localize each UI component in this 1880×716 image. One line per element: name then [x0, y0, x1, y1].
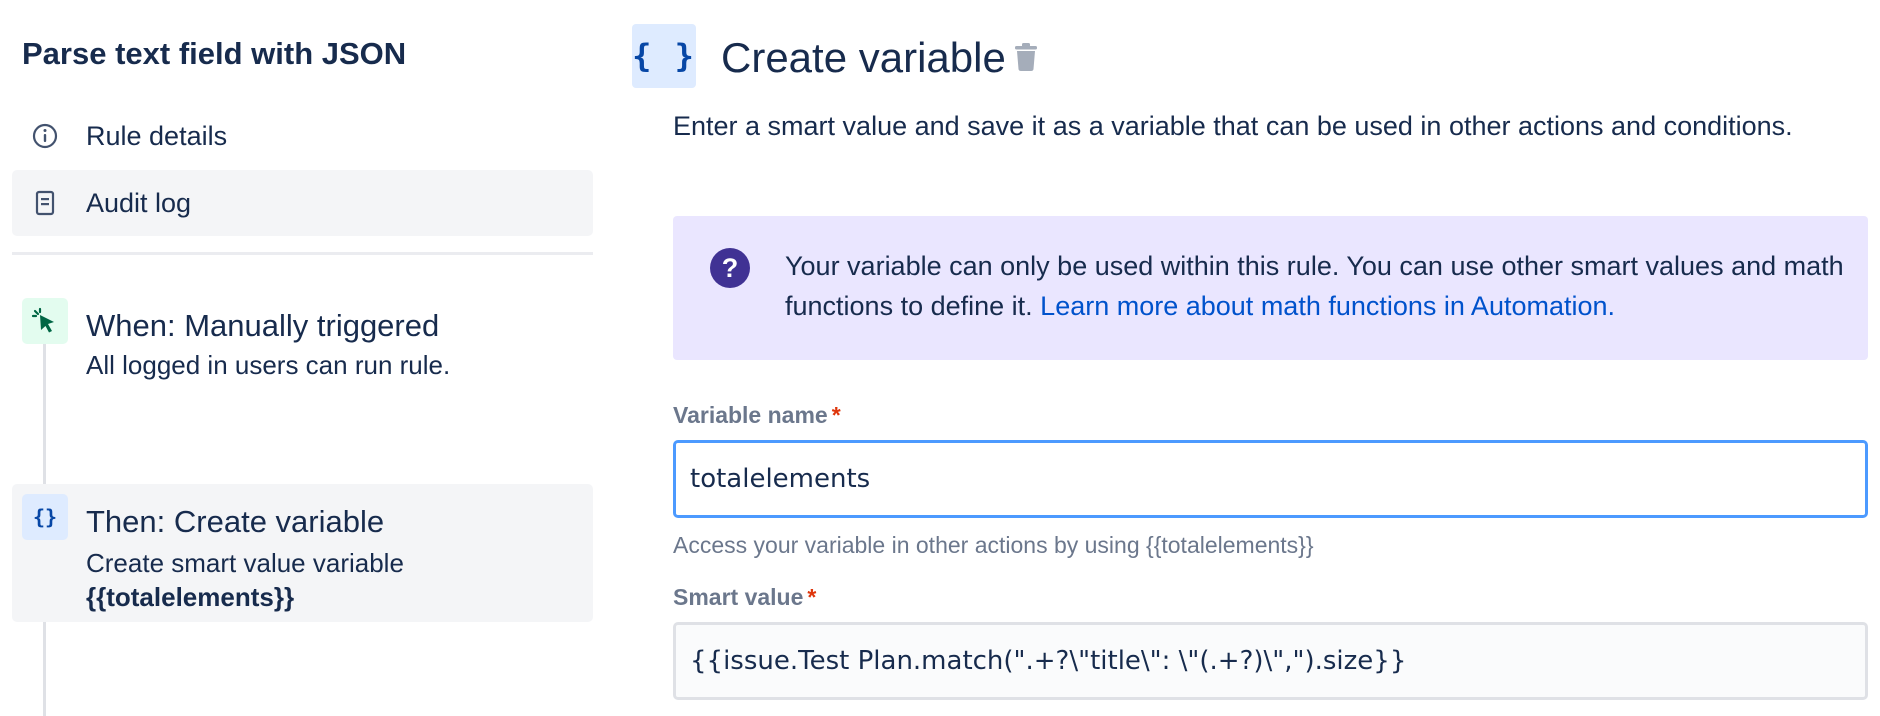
document-icon [32, 190, 58, 216]
smart-value-label-text: Smart value [673, 584, 804, 610]
variable-name-value: totalelements [690, 464, 871, 494]
trash-icon[interactable] [1012, 42, 1040, 72]
nav-item-audit-log[interactable]: Audit log [12, 170, 593, 236]
step-title: Then: Create variable [86, 504, 385, 539]
smart-value-label: Smart value * [673, 584, 816, 611]
rule-title: Parse text field with JSON [22, 36, 407, 71]
required-marker: * [807, 584, 817, 610]
page-title: Create variable [721, 34, 1006, 81]
curly-braces-icon: {} [22, 494, 68, 540]
question-icon: ? [710, 248, 750, 288]
step-action[interactable]: {} Then: Create variable Create smart va… [12, 484, 593, 622]
step-trigger[interactable]: When: Manually triggered All logged in u… [12, 296, 593, 396]
main-panel: { } Create variable Enter a smart value … [632, 0, 1880, 716]
header-icon-glyph: { } [632, 37, 696, 75]
smart-value-value: {{issue.Test Plan.match(".+?\"title\": \… [690, 646, 1407, 676]
required-marker: * [831, 402, 841, 428]
step-description-variable: {{totalelements}} [86, 580, 294, 614]
page-description: Enter a smart value and save it as a var… [673, 111, 1793, 141]
step-description: All logged in users can run rule. [86, 350, 451, 380]
curly-braces-icon: { } [632, 24, 696, 88]
step-title: When: Manually triggered [86, 308, 440, 343]
math-functions-link[interactable]: Learn more about math functions in Autom… [1040, 291, 1615, 321]
variable-name-label-text: Variable name [673, 402, 828, 428]
info-icon [32, 123, 58, 149]
step-description: Create smart value variable [86, 548, 404, 578]
smart-value-input[interactable]: {{issue.Test Plan.match(".+?\"title\": \… [673, 622, 1868, 700]
variable-name-label: Variable name * [673, 402, 841, 429]
nav-label: Rule details [86, 120, 228, 151]
nav-item-rule-details[interactable]: Rule details [12, 103, 593, 169]
sidebar-divider [12, 252, 593, 255]
info-text: Your variable can only be used within th… [785, 246, 1845, 326]
info-panel: ? Your variable can only be used within … [673, 216, 1868, 360]
variable-name-helper: Access your variable in other actions by… [673, 532, 1314, 558]
sidebar: Parse text field with JSON Rule details … [0, 0, 606, 716]
cursor-click-icon [22, 298, 68, 344]
variable-token: {{totalelements}} [86, 582, 295, 612]
variable-name-input[interactable]: totalelements [673, 440, 1868, 518]
nav-label: Audit log [86, 187, 192, 218]
